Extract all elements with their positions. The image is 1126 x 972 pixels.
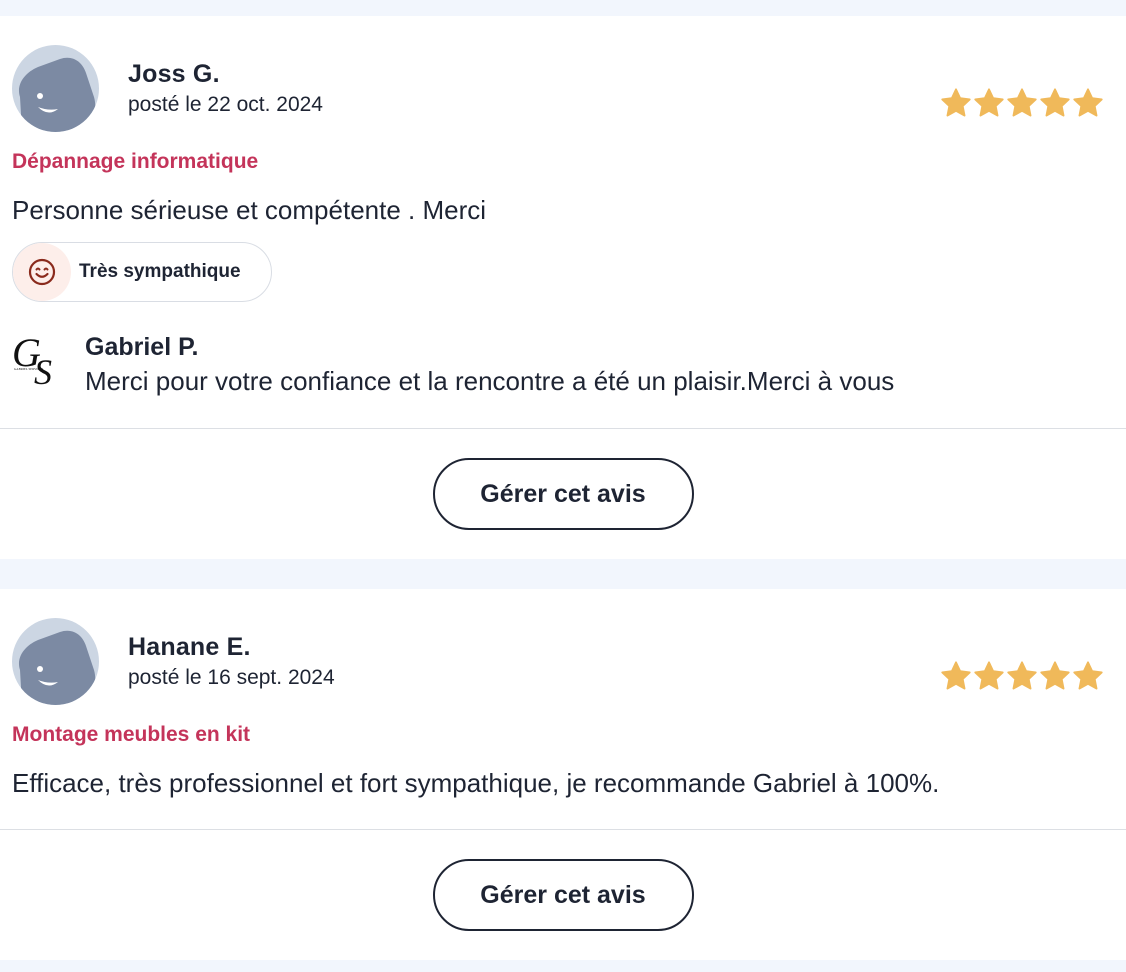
smiley-icon bbox=[13, 243, 71, 301]
manage-review-button[interactable]: Gérer cet avis bbox=[432, 458, 694, 530]
avatar bbox=[12, 618, 99, 705]
star-rating bbox=[940, 87, 1104, 119]
review-card: Joss G. posté le 22 oct. 2024 Dépannage … bbox=[0, 16, 1126, 559]
reviewer-name: Hanane E. bbox=[128, 633, 251, 661]
review-category: Montage meubles en kit bbox=[12, 723, 251, 746]
tag-label: Très sympathique bbox=[79, 261, 241, 282]
review-text: Personne sérieuse et compétente . Merci bbox=[12, 195, 487, 225]
card-gap bbox=[0, 559, 1126, 589]
star-icon bbox=[1073, 88, 1103, 117]
owner-reply: G S GABRIEL SERVICES Gabriel P. Merci po… bbox=[12, 330, 1114, 397]
star-icon bbox=[941, 661, 971, 690]
star-icon bbox=[974, 88, 1004, 117]
star-icon bbox=[1040, 88, 1070, 117]
reply-text: Merci pour votre confiance et la rencont… bbox=[85, 366, 895, 396]
page-top-gap bbox=[0, 0, 1126, 16]
star-icon bbox=[974, 661, 1004, 690]
star-icon bbox=[1007, 88, 1037, 117]
star-icon bbox=[941, 88, 971, 117]
company-logo: G S GABRIEL SERVICES bbox=[12, 330, 64, 392]
star-icon bbox=[1007, 661, 1037, 690]
review-date: posté le 22 oct. 2024 bbox=[128, 93, 323, 116]
star-icon bbox=[1073, 661, 1103, 690]
avatar-face-icon bbox=[18, 630, 96, 705]
reply-author: Gabriel P. bbox=[85, 333, 199, 361]
svg-text:GABRIEL SERVICES: GABRIEL SERVICES bbox=[14, 367, 44, 371]
review-date: posté le 16 sept. 2024 bbox=[128, 666, 335, 689]
star-icon bbox=[1040, 661, 1070, 690]
manage-review-button[interactable]: Gérer cet avis bbox=[432, 859, 694, 931]
svg-text:S: S bbox=[34, 352, 52, 392]
review-header: Joss G. posté le 22 oct. 2024 bbox=[12, 16, 1114, 132]
star-rating bbox=[940, 660, 1104, 692]
review-text: Efficace, très professionnel et fort sym… bbox=[12, 768, 940, 798]
review-header: Hanane E. posté le 16 sept. 2024 bbox=[12, 589, 1114, 705]
review-tag: Très sympathique bbox=[12, 242, 272, 302]
review-card: Hanane E. posté le 16 sept. 2024 Montage… bbox=[0, 589, 1126, 960]
reviewer-name: Joss G. bbox=[128, 60, 220, 88]
avatar bbox=[12, 45, 99, 132]
avatar-face-icon bbox=[18, 57, 96, 132]
review-category: Dépannage informatique bbox=[12, 150, 259, 173]
